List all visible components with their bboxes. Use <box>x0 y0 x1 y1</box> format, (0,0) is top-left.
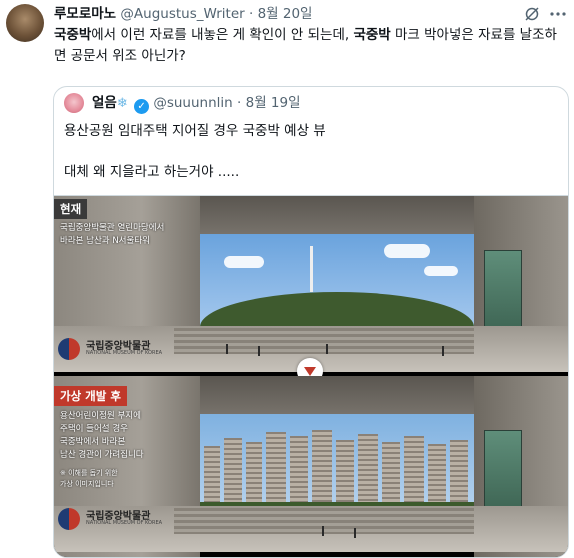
tweet-text: 국중박에서 이런 자료를 내놓은 게 확인이 안 되는데, 국중박 마크 박아넣… <box>54 25 566 67</box>
steps <box>174 328 474 354</box>
quoted-separator: · <box>237 95 242 111</box>
caption-line: 국중박에서 바라본 <box>60 437 126 447</box>
tweet-text-part: 국중박 <box>353 27 391 43</box>
caption-note: 가상 이미지입니다 <box>60 480 114 488</box>
image-panel-virtual: 가상 개발 후 용산어린이정원 부지에 주택이 들어설 경우 국중박에서 바라본… <box>54 376 568 557</box>
caption-note: ※ 이해를 돕기 위한 <box>60 469 118 477</box>
cloud <box>384 244 430 258</box>
person <box>326 344 328 354</box>
label-virtual: 가상 개발 후 <box>54 386 127 406</box>
quoted-text-line1: 용산공원 임대주택 지어질 경우 국중박 예상 뷰 <box>64 123 326 139</box>
caption-line: 국립중앙박물관 열린마당에서 <box>60 223 165 233</box>
quoted-text-line2: 대체 왜 지을라고 하는거야 ..... <box>64 164 240 180</box>
museum-logo: 국립중앙박물관 NATIONAL MUSEUM OF KOREA <box>58 336 178 362</box>
quoted-media-image[interactable]: 현재 국립중앙박물관 열린마당에서 바라본 남산과 N서울타워 국립중앙박물관 … <box>54 195 568 557</box>
steps <box>174 508 474 534</box>
quoted-header: 얼음❄ ✓ @suuunnlin · 8월 19일 <box>92 93 301 114</box>
apartment-skyline <box>200 414 474 514</box>
caption-line: 주택이 들어설 경우 <box>60 424 128 434</box>
label-current: 현재 <box>54 199 88 219</box>
more-dots-icon[interactable] <box>549 6 567 22</box>
cloud <box>224 256 264 268</box>
tweet-header: 루모로마노 @Augustus_Writer · 8월 20일 <box>54 5 312 23</box>
quoted-handle: @suuunnlin <box>153 95 233 111</box>
person <box>442 346 444 356</box>
snowflake-icon: ❄ <box>116 96 128 111</box>
header-separator: · <box>248 6 254 22</box>
tweet-text-part: 에서 이런 자료를 내놓은 게 확인이 안 되는데, <box>91 27 354 43</box>
caption-line: 남산 경관이 가려집니다 <box>60 450 144 460</box>
quoted-tweet[interactable]: 얼음❄ ✓ @suuunnlin · 8월 19일 용산공원 임대주택 지어질 … <box>53 86 569 558</box>
author-avatar[interactable] <box>6 4 44 42</box>
tweet-text-part: 국중박 <box>54 27 92 43</box>
caption-line: 바라본 남산과 N서울타워 <box>60 236 150 246</box>
quoted-author-avatar <box>64 93 84 113</box>
n-seoul-tower <box>310 246 313 292</box>
cloud <box>424 266 458 276</box>
image-panel-current: 현재 국립중앙박물관 열린마당에서 바라본 남산과 N서울타워 국립중앙박물관 … <box>54 196 568 372</box>
museum-logo: 국립중앙박물관 NATIONAL MUSEUM OF KOREA <box>58 506 178 532</box>
museum-logo-sub: NATIONAL MUSEUM OF KOREA <box>86 520 163 526</box>
quoted-author-name: 얼음 <box>92 95 117 111</box>
museum-logo-sub: NATIONAL MUSEUM OF KOREA <box>86 350 163 356</box>
quoted-date: 8월 19일 <box>245 95 301 111</box>
person <box>226 344 228 354</box>
museum-mark-icon <box>58 338 80 360</box>
slash-circle-icon[interactable] <box>524 6 540 22</box>
verified-badge-icon: ✓ <box>134 99 150 114</box>
person <box>322 526 324 536</box>
caption-line: 용산어린이정원 부지에 <box>60 411 141 421</box>
person <box>354 528 356 538</box>
museum-mark-icon <box>58 508 80 530</box>
author-handle[interactable]: @Augustus_Writer <box>120 6 244 22</box>
author-name[interactable]: 루모로마노 <box>54 6 116 22</box>
person <box>258 346 260 356</box>
tweet-date[interactable]: 8월 20일 <box>258 6 313 22</box>
